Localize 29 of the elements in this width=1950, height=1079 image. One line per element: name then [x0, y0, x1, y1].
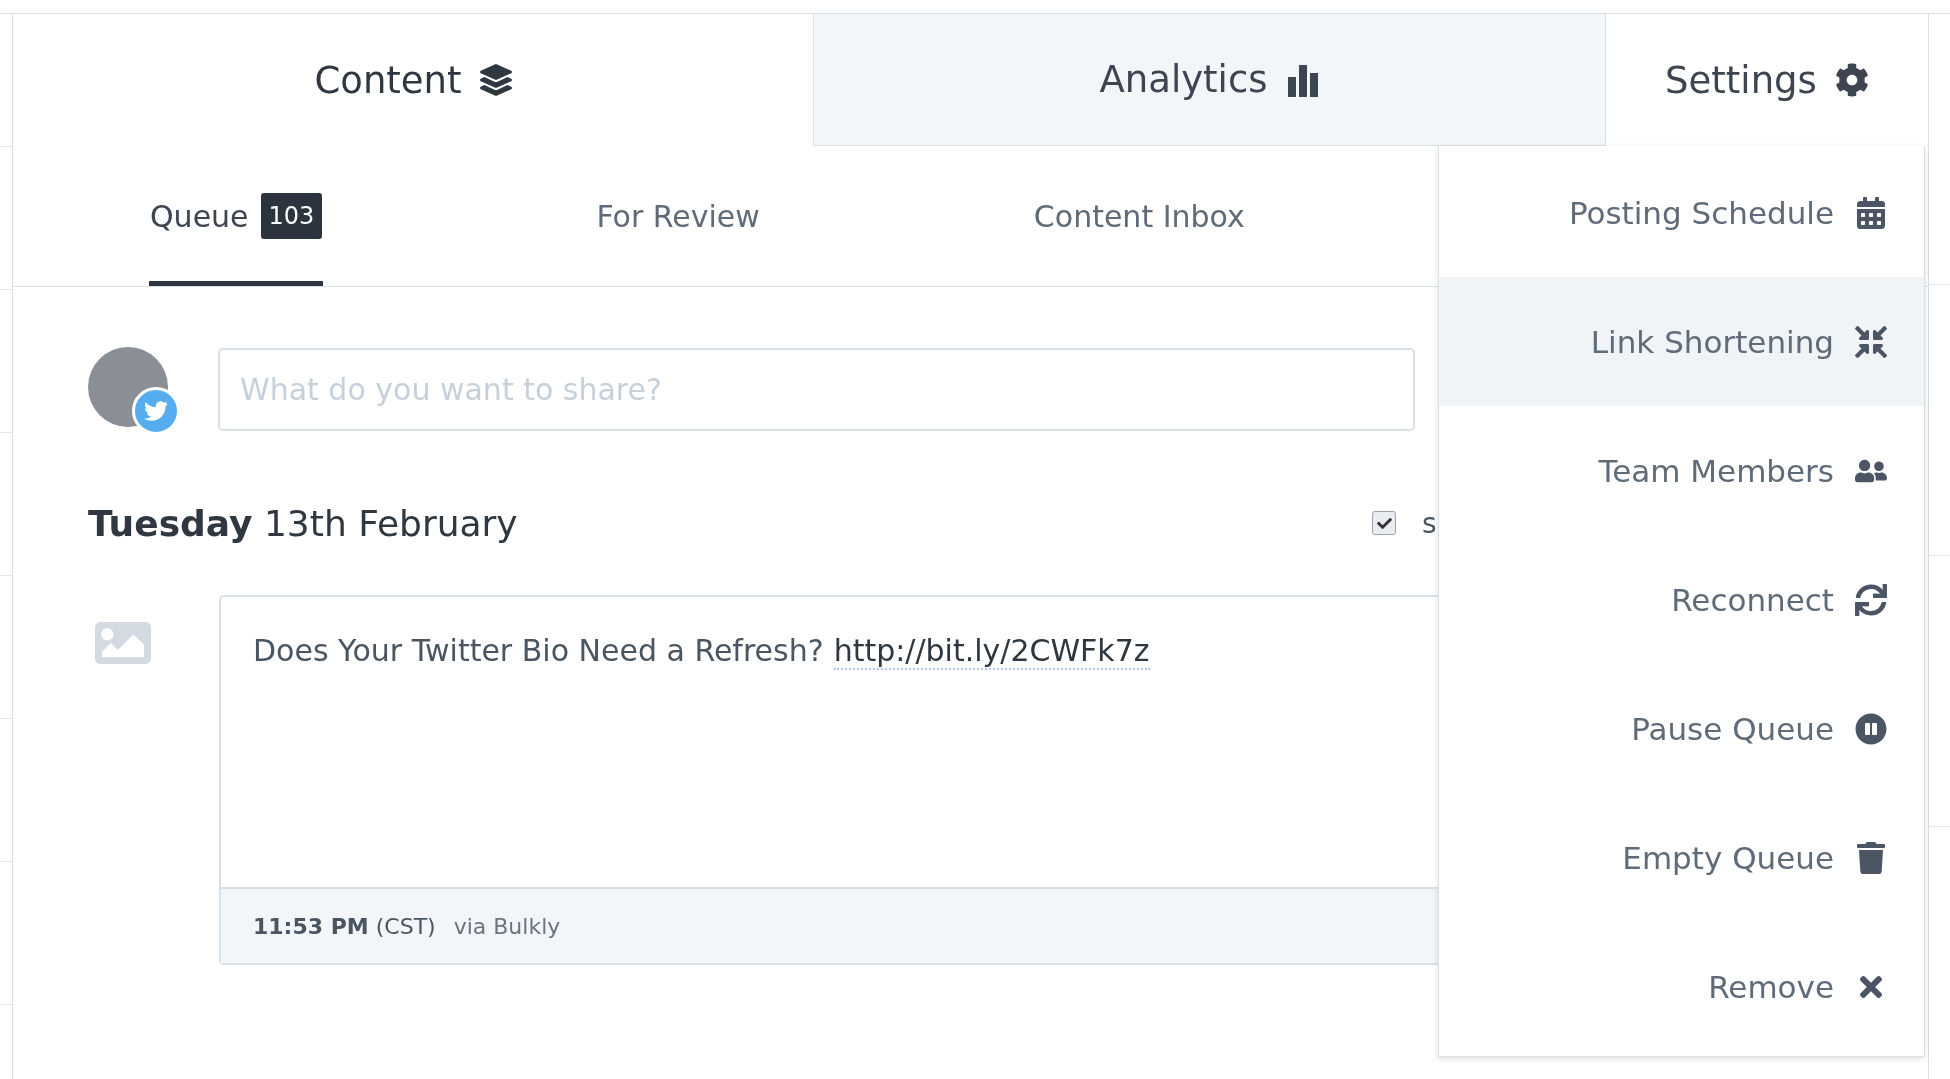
menu-item[interactable]: Team Members: [1439, 406, 1924, 535]
menu-item[interactable]: Pause Queue: [1439, 664, 1924, 793]
menu-item[interactable]: Remove: [1439, 922, 1924, 1051]
pause-icon: [1854, 711, 1888, 746]
menu-item[interactable]: Posting Schedule: [1439, 148, 1924, 277]
checkbox[interactable]: [1372, 511, 1396, 535]
layers-icon: [479, 64, 512, 96]
settings-icon: [1834, 63, 1869, 97]
bar-chart-icon: [1285, 62, 1320, 97]
count-badge: 103: [260, 193, 323, 239]
post-time: 11:53 PM (CST): [253, 913, 436, 939]
checkbox-label: s: [1422, 506, 1437, 540]
menu-item[interactable]: Reconnect: [1439, 535, 1924, 664]
main-tab[interactable]: Analytics: [813, 14, 1606, 146]
menu-item[interactable]: Link Shortening: [1439, 277, 1924, 406]
menu-item[interactable]: Empty Queue: [1439, 793, 1924, 922]
post-text: Does Your Twitter Bio Need a Refresh?: [253, 633, 824, 668]
compress-arrows-icon: [1854, 324, 1888, 359]
share-input-field[interactable]: What do you want to share?: [218, 347, 1415, 431]
post-link[interactable]: http://bit.ly/2CWFk7z: [833, 633, 1150, 670]
trash-icon: [1854, 840, 1888, 875]
sub-tab[interactable]: Queue 103: [149, 146, 324, 286]
sub-tab[interactable]: For Review: [595, 146, 761, 286]
calendar-icon: [1854, 195, 1888, 230]
checkmark-icon: [1376, 515, 1392, 531]
day-heading: Tuesday 13th February: [88, 502, 519, 544]
refresh-icon: [1854, 582, 1888, 617]
sub-tab[interactable]: Content Inbox: [1032, 146, 1246, 286]
post-source: via Bulkly: [453, 913, 561, 939]
